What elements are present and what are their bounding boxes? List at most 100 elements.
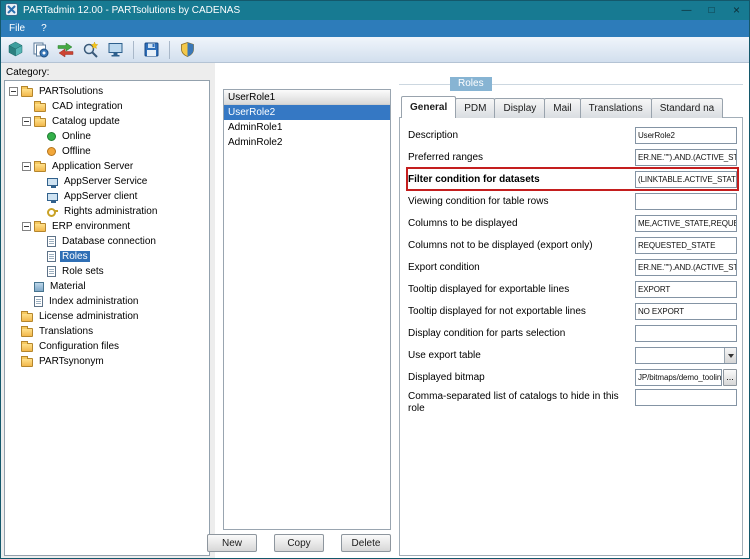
tree-item-label: ERP environment: [52, 221, 131, 232]
field-row-display-condition-for-parts-selection: Display condition for parts selection: [408, 323, 737, 343]
collapse-icon[interactable]: [22, 162, 31, 171]
close-button[interactable]: ×: [724, 1, 749, 20]
use-export-table-input[interactable]: [635, 346, 737, 364]
tree-item-cad-integration[interactable]: CAD integration: [8, 99, 209, 114]
collapse-icon[interactable]: [22, 117, 31, 126]
browse-button[interactable]: ...: [723, 368, 737, 386]
tree-item-appserver-service[interactable]: AppServer Service: [8, 174, 209, 189]
field-label: Comma-separated list of catalogs to hide…: [408, 391, 619, 414]
menu-file[interactable]: File: [1, 20, 33, 37]
description-input[interactable]: UserRole2: [635, 126, 737, 144]
display-condition-for-parts-selection-input[interactable]: [635, 324, 737, 342]
appserver-button[interactable]: [104, 39, 127, 61]
field-value: REQUESTED_STATE: [638, 240, 716, 250]
tree-item-index-administration[interactable]: Index administration: [8, 294, 209, 309]
field-control: JP/bitmaps/demo_tooling.bmp...: [635, 368, 737, 386]
page-icon: [47, 251, 56, 262]
field-control: ER.NE."").AND.(ACTIVE_STATE.EQ.1)): [635, 148, 737, 166]
displayed-bitmap-input[interactable]: JP/bitmaps/demo_tooling.bmp: [635, 368, 722, 386]
tab-pdm[interactable]: PDM: [455, 98, 496, 118]
export-condition-input[interactable]: ER.NE."").AND.(ACTIVE_STATE.EQ.1)): [635, 258, 737, 276]
field-row-tooltip-displayed-for-exportable-lines: Tooltip displayed for exportable lines EX…: [408, 279, 737, 299]
filter-condition-for-datasets-input[interactable]: (LINKTABLE.ACTIVE_STATE=1): [635, 170, 737, 188]
tab-translations[interactable]: Translations: [579, 98, 652, 118]
role-item-adminrole1[interactable]: AdminRole1: [224, 120, 390, 135]
save-icon: [144, 42, 159, 57]
data-transfer-icon: [57, 42, 74, 58]
tree-item-appserver-client[interactable]: AppServer client: [8, 189, 209, 204]
catalog-button[interactable]: [4, 39, 27, 61]
collapse-icon[interactable]: [22, 222, 31, 231]
tree-item-erp-environment[interactable]: ERP environment: [8, 219, 209, 234]
delete-button[interactable]: Delete: [341, 534, 391, 552]
folder-icon: [21, 341, 33, 352]
tree-item-label: AppServer Service: [64, 176, 148, 187]
tree-item-partsolutions[interactable]: PARTsolutions: [8, 84, 209, 99]
field-control: [635, 324, 737, 342]
tree-item-offline[interactable]: Offline: [8, 144, 209, 159]
roles-list: UserRole1 UserRole2 AdminRole1 AdminRole2: [223, 89, 391, 530]
tree-item-online[interactable]: Online: [8, 129, 209, 144]
dropdown-arrow-icon[interactable]: [724, 347, 736, 363]
tree-item-rights-administration[interactable]: Rights administration: [8, 204, 209, 219]
tree-item-label: Application Server: [52, 161, 134, 172]
folder-icon: [21, 356, 33, 367]
menu-help[interactable]: ?: [33, 20, 55, 37]
field-control: UserRole2: [635, 126, 737, 144]
field-value: ER.NE."").AND.(ACTIVE_STATE.EQ.1)): [638, 262, 736, 272]
tree-item-label: Rights administration: [64, 206, 158, 217]
tree-item-configuration-files[interactable]: Configuration files: [8, 339, 209, 354]
role-item-adminrole2[interactable]: AdminRole2: [224, 135, 390, 150]
field-label: Viewing condition for table rows: [408, 195, 549, 207]
comma-separated-list-of-catalogs-to-hide-in-this-role-input[interactable]: [635, 389, 737, 406]
material-icon: [34, 281, 44, 292]
viewing-condition-for-table-rows-input[interactable]: [635, 192, 737, 210]
tree-item-translations[interactable]: Translations: [8, 324, 209, 339]
tree-item-material[interactable]: Material: [8, 279, 209, 294]
role-item-userrole1[interactable]: UserRole1: [224, 90, 390, 105]
columns-not-to-be-displayed-export-only-input[interactable]: REQUESTED_STATE: [635, 236, 737, 254]
tab-general[interactable]: General: [401, 96, 457, 118]
field-row-tooltip-displayed-for-not-exportable-lines: Tooltip displayed for not exportable lin…: [408, 301, 737, 321]
new-button[interactable]: New: [207, 534, 257, 552]
field-control: [635, 192, 737, 210]
rights-icon: [47, 206, 58, 217]
role-item-userrole2[interactable]: UserRole2: [224, 105, 390, 120]
tree-item-catalog-update[interactable]: Catalog update: [8, 114, 209, 129]
tree-item-label: Translations: [39, 326, 94, 337]
tab-mail[interactable]: Mail: [544, 98, 581, 118]
columns-to-be-displayed-input[interactable]: ME,ACTIVE_STATE,REQUESTED_STATE: [635, 214, 737, 232]
tab-standard-na[interactable]: Standard na: [650, 98, 724, 118]
save-button[interactable]: [140, 39, 163, 61]
maximize-button[interactable]: □: [699, 1, 724, 20]
field-label: Preferred ranges: [408, 151, 484, 163]
preferred-ranges-input[interactable]: ER.NE."").AND.(ACTIVE_STATE.EQ.1)): [635, 148, 737, 166]
copy-button[interactable]: Copy: [274, 534, 324, 552]
search-button[interactable]: [79, 39, 102, 61]
field-value: (LINKTABLE.ACTIVE_STATE=1): [638, 174, 736, 184]
tree-item-database-connection[interactable]: Database connection: [8, 234, 209, 249]
security-button[interactable]: [176, 39, 199, 61]
tree-item-application-server[interactable]: Application Server: [8, 159, 209, 174]
security-icon: [181, 42, 194, 57]
tree-item-partsynonym[interactable]: PARTsynonym: [8, 354, 209, 369]
tree-item-label: PARTsolutions: [39, 86, 104, 97]
tree-item-label: Role sets: [62, 266, 104, 277]
collapse-icon[interactable]: [9, 87, 18, 96]
field-control: [635, 346, 737, 364]
configuration-button[interactable]: [29, 39, 52, 61]
field-row-comma-separated-list-of-catalogs-to-hide-in-this-role: Comma-separated list of catalogs to hide…: [408, 389, 737, 419]
offline-icon: [47, 147, 56, 156]
toolbar-separator: [133, 40, 134, 59]
tab-display[interactable]: Display: [494, 98, 546, 118]
folder-icon: [34, 101, 46, 112]
tooltip-displayed-for-not-exportable-lines-input[interactable]: NO EXPORT: [635, 302, 737, 320]
minimize-button[interactable]: —: [674, 1, 699, 20]
partadmin-window: PARTadmin 12.00 - PARTsolutions by CADEN…: [0, 0, 750, 559]
tree-item-role-sets[interactable]: Role sets: [8, 264, 209, 279]
data-transfer-button[interactable]: [54, 39, 77, 61]
tooltip-displayed-for-exportable-lines-input[interactable]: EXPORT: [635, 280, 737, 298]
folder-icon: [21, 326, 33, 337]
tree-item-license-administration[interactable]: License administration: [8, 309, 209, 324]
tree-item-roles[interactable]: Roles: [8, 249, 209, 264]
